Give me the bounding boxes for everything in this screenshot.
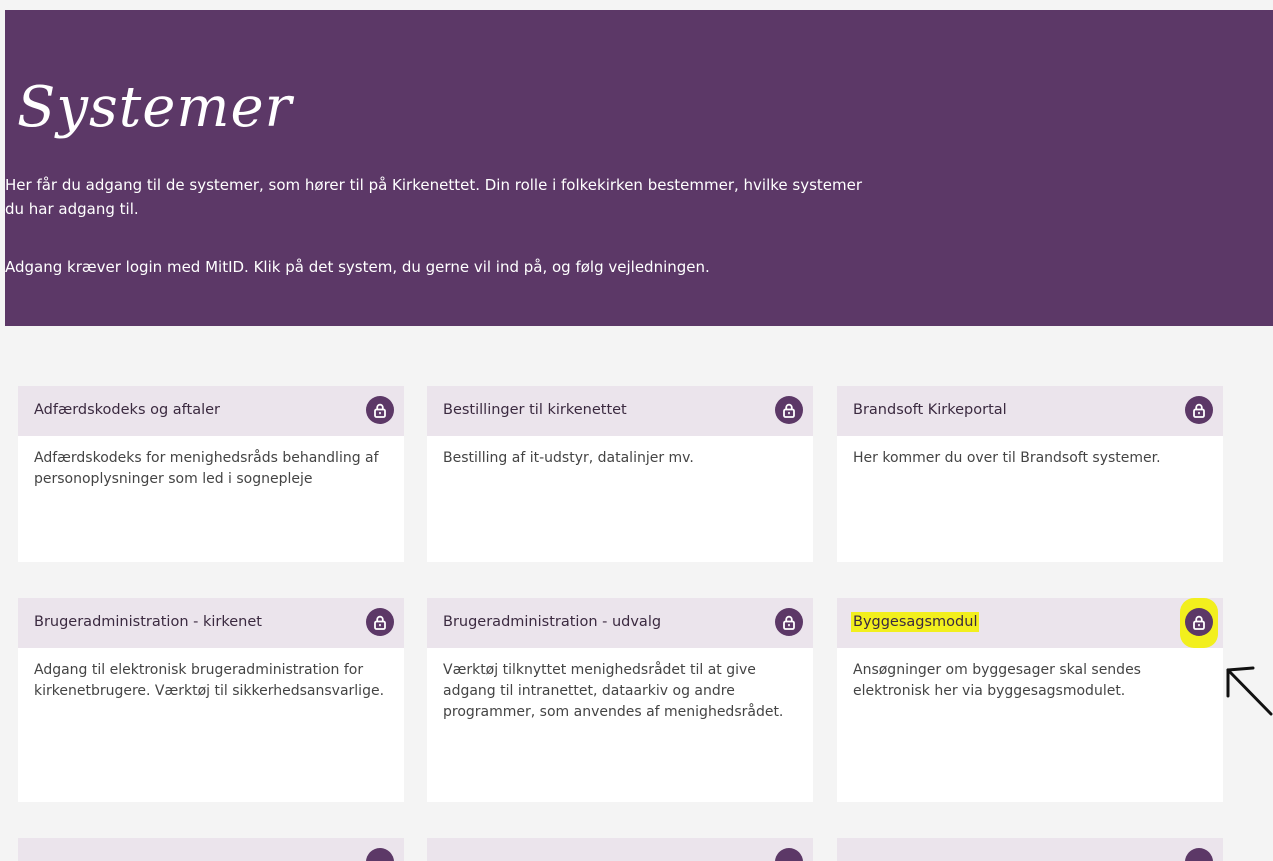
page: Systemer Her får du adgang til de system… — [0, 0, 1273, 861]
hero-banner: Systemer Her får du adgang til de system… — [5, 10, 1273, 326]
lock-icon — [775, 608, 803, 636]
lock-icon — [1185, 848, 1213, 861]
system-card-brugeradministration-kirkenet[interactable]: Brugeradministration - kirkenet Adgang t… — [18, 598, 404, 802]
card-header: Brugeradministration - udvalg — [427, 598, 813, 648]
card-description: Adfærdskodeks for menighedsråds behandli… — [34, 450, 379, 487]
card-header — [837, 838, 1223, 861]
lock-icon — [775, 396, 803, 424]
system-card-bestillinger[interactable]: Bestillinger til kirkenettet Bestilling … — [427, 386, 813, 562]
lock-icon — [775, 848, 803, 861]
card-title: Brugeradministration - udvalg — [443, 614, 662, 630]
system-card-brandsoft[interactable]: Brandsoft Kirkeportal Her kommer du over… — [837, 386, 1223, 562]
card-header: Brugeradministration - kirkenet — [18, 598, 404, 648]
system-card-partial[interactable] — [837, 838, 1223, 861]
system-card-adfaerdskodeks[interactable]: Adfærdskodeks og aftaler Adfærdskodeks f… — [18, 386, 404, 562]
card-header: Adfærdskodeks og aftaler — [18, 386, 404, 436]
hero-login-text: Adgang kræver login med MitID. Klik på d… — [5, 258, 710, 276]
card-description: Værktøj tilknyttet menighedsrådet til at… — [443, 662, 784, 720]
card-title: Byggesagsmodul — [851, 612, 980, 632]
card-description: Adgang til elektronisk brugeradministrat… — [34, 662, 385, 699]
card-title: Brandsoft Kirkeportal — [853, 402, 1007, 418]
card-header: Brandsoft Kirkeportal — [837, 386, 1223, 436]
page-title: Systemer — [17, 75, 293, 140]
system-card-brugeradministration-udvalg[interactable]: Brugeradministration - udvalg Værktøj ti… — [427, 598, 813, 802]
card-title: Brugeradministration - kirkenet — [34, 614, 262, 630]
card-title: Bestillinger til kirkenettet — [443, 402, 627, 418]
card-description: Bestilling af it-udstyr, datalinjer mv. — [443, 450, 694, 466]
system-card-partial[interactable] — [427, 838, 813, 861]
card-header: Byggesagsmodul — [837, 598, 1223, 648]
card-title: Adfærdskodeks og aftaler — [34, 402, 221, 418]
system-card-partial[interactable] — [18, 838, 404, 861]
card-description: Ansøgninger om byggesager skal sendes el… — [853, 662, 1141, 699]
system-card-byggesagsmodul[interactable]: Byggesagsmodul Ansøgninger om byggesager… — [837, 598, 1223, 802]
hero-intro-text: Her får du adgang til de systemer, som h… — [5, 176, 863, 218]
lock-icon — [366, 396, 394, 424]
card-header — [18, 838, 404, 861]
card-header — [427, 838, 813, 861]
card-description: Her kommer du over til Brandsoft systeme… — [853, 450, 1161, 466]
lock-icon — [1185, 608, 1213, 636]
lock-icon — [366, 848, 394, 861]
card-header: Bestillinger til kirkenettet — [427, 386, 813, 436]
lock-icon — [366, 608, 394, 636]
lock-icon — [1185, 396, 1213, 424]
annotation-arrow-icon — [1226, 666, 1273, 716]
